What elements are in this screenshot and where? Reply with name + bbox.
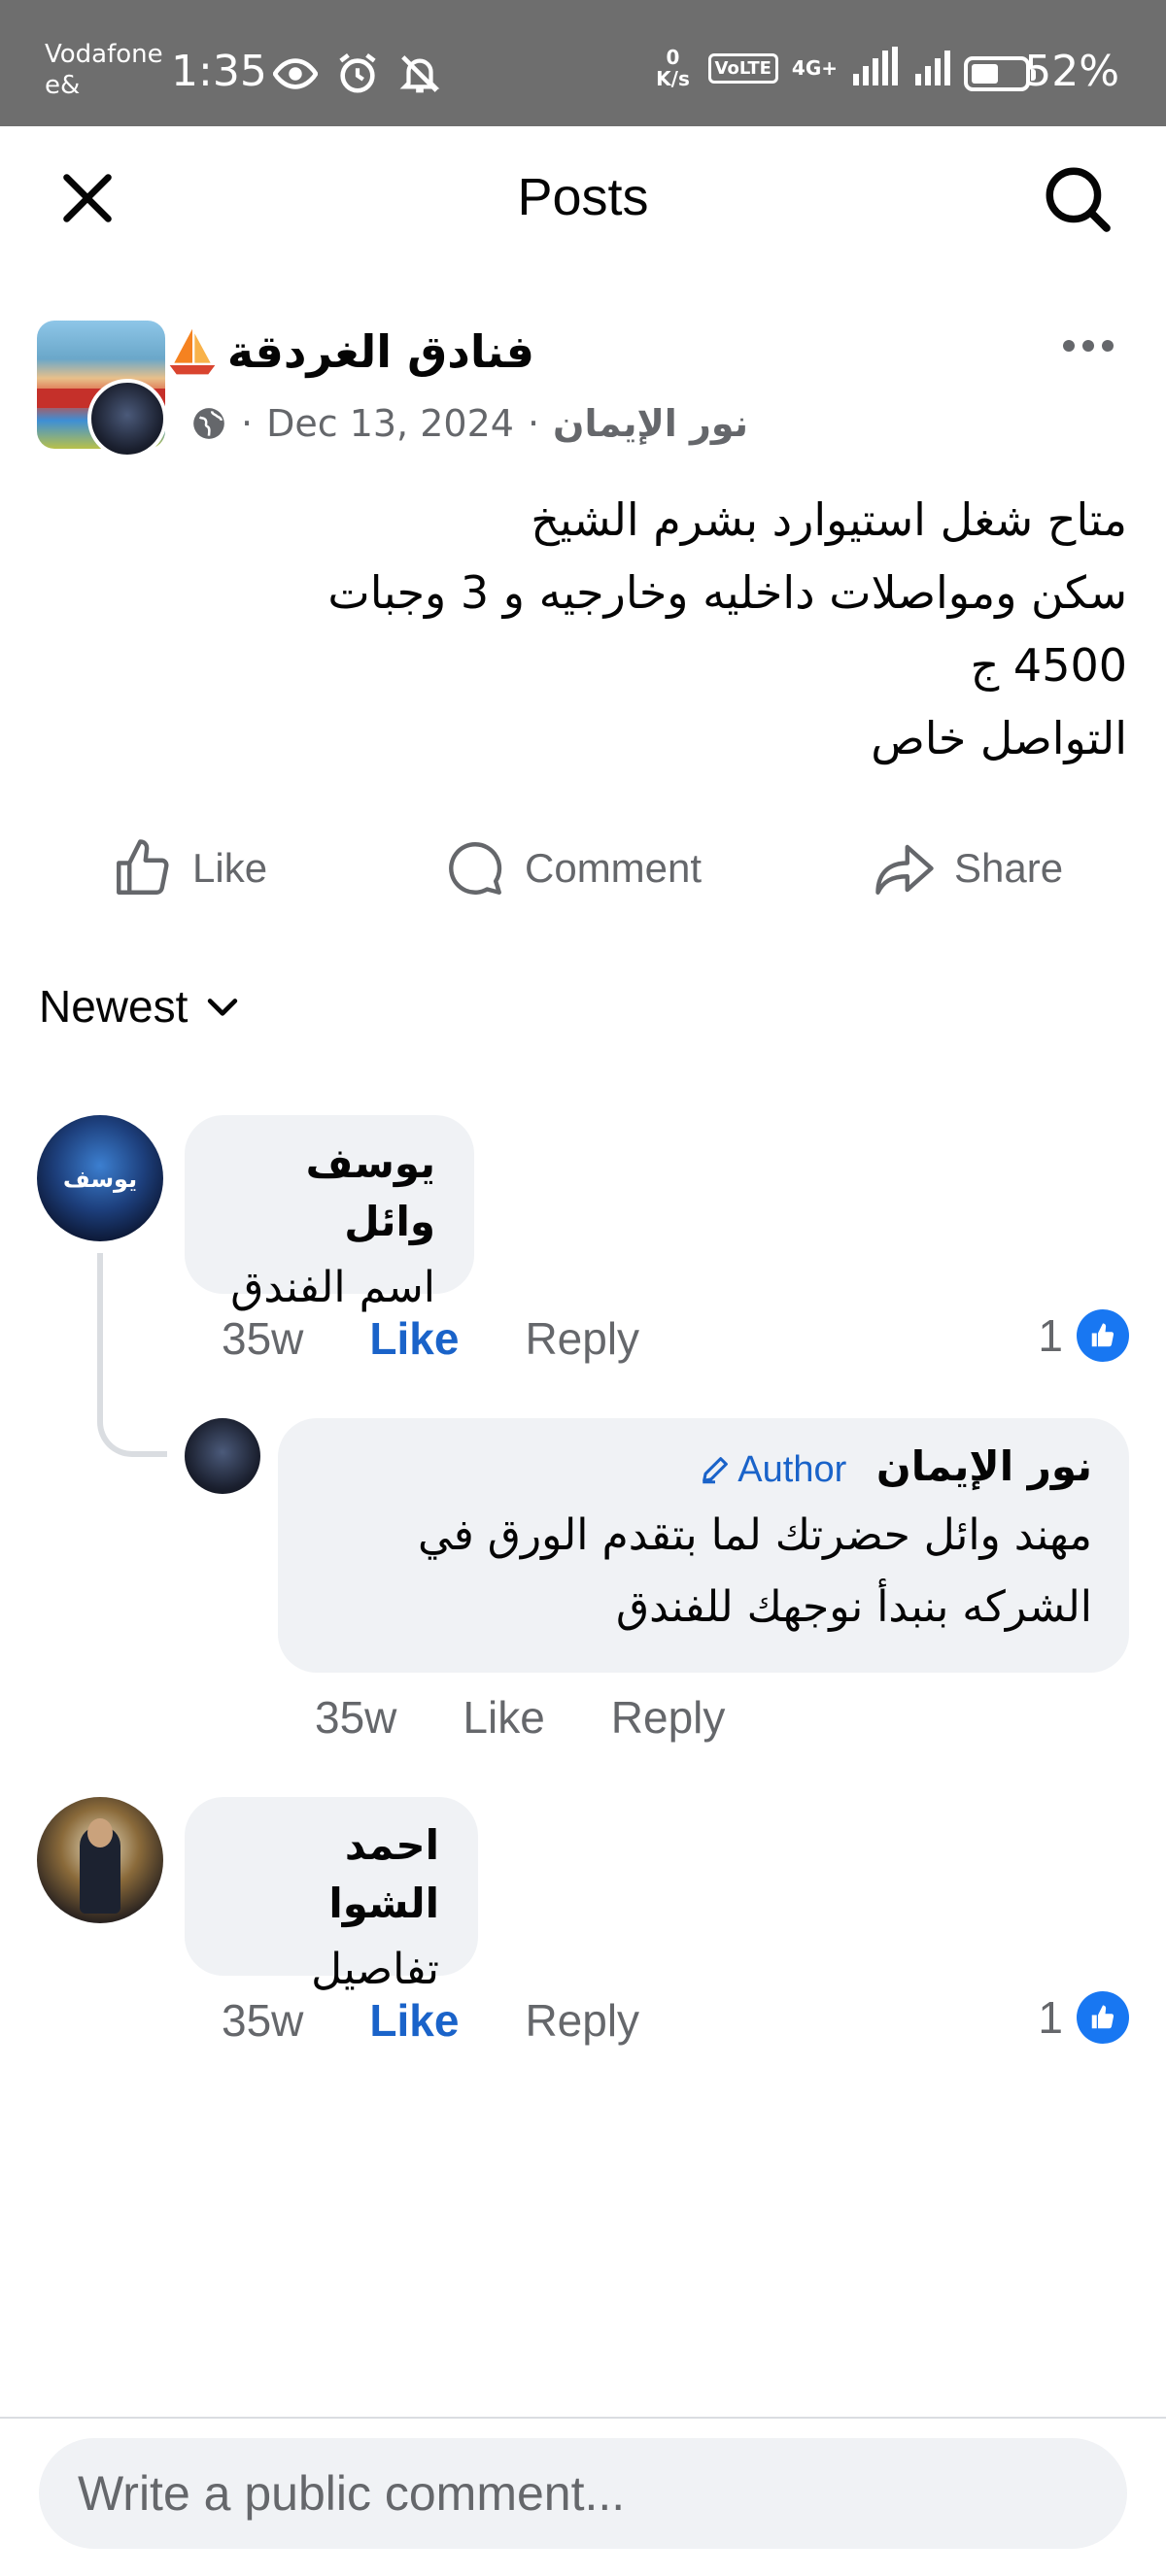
page-name-text: فنادق الغردقة xyxy=(226,325,534,378)
comment-bubble[interactable]: يوسف وائل اسم الفندق xyxy=(185,1115,474,1312)
avatar-face xyxy=(87,1818,113,1847)
avatar[interactable] xyxy=(185,1418,260,1494)
status-icons-left xyxy=(272,51,443,97)
comment-like-button[interactable]: Like xyxy=(463,1691,544,1744)
post-actions: Like Comment Share xyxy=(0,826,1166,911)
comment-author[interactable]: احمد الشوا xyxy=(223,1816,439,1933)
net-speed: 0 K/s xyxy=(656,46,690,90)
share-button[interactable]: Share xyxy=(873,826,1063,911)
meta-separator-2: · xyxy=(527,402,540,445)
like-reaction-icon xyxy=(1077,1309,1129,1362)
post-line: التواصل خاص xyxy=(871,712,1127,764)
status-icons-right: 0 K/s VoLTE 4G+ xyxy=(652,47,962,89)
comment-meta: 35w Like Reply xyxy=(315,1688,725,1746)
comment-like-button[interactable]: Like xyxy=(369,1994,459,2047)
comment-composer xyxy=(39,2438,1127,2549)
comment-author[interactable]: يوسف وائل xyxy=(223,1135,435,1251)
share-icon xyxy=(875,844,934,895)
post-body: متاح شغل استيوارد بشرم الشيخ سكن ومواصلا… xyxy=(58,484,1127,775)
comment-reply-button[interactable]: Reply xyxy=(611,1691,726,1744)
like-button[interactable]: Like xyxy=(111,826,267,911)
pencil-icon xyxy=(703,1456,729,1483)
battery-icon xyxy=(964,56,1036,91)
chevron-down-icon xyxy=(208,999,238,1016)
comment-label: Comment xyxy=(525,845,703,891)
comment-meta: 35w Like Reply xyxy=(222,1991,639,2050)
post-date[interactable]: Dec 13, 2024 xyxy=(266,400,514,447)
alarm-icon xyxy=(334,51,381,97)
dot-icon xyxy=(1082,340,1094,352)
avatar[interactable] xyxy=(37,1797,163,1923)
reaction-number: 1 xyxy=(1038,1992,1063,2043)
reply-thread-line xyxy=(97,1253,167,1457)
carrier-label: Vodafone e& xyxy=(45,40,163,100)
share-label: Share xyxy=(954,845,1064,891)
post-author[interactable]: نور الإيمان xyxy=(553,400,748,447)
comment-reply-button[interactable]: Reply xyxy=(525,1994,639,2047)
thumbs-up-icon xyxy=(117,839,169,895)
battery-percent: 52% xyxy=(1024,47,1119,96)
comment-input[interactable] xyxy=(39,2438,1127,2549)
comment-button[interactable]: Comment xyxy=(443,826,702,911)
eye-icon xyxy=(272,51,319,97)
search-button[interactable] xyxy=(1038,159,1115,237)
reaction-count[interactable]: 1 xyxy=(1038,1991,1129,2044)
sort-dropdown[interactable]: Newest xyxy=(39,977,244,1035)
more-options-button[interactable] xyxy=(1049,326,1127,365)
comment-bubble[interactable]: نور الإيمان Author مهند وائل حضرتك لما ب… xyxy=(278,1418,1129,1673)
avatar-text: يوسف xyxy=(62,1166,138,1193)
like-reaction-icon xyxy=(1077,1991,1129,2044)
page-title: Posts xyxy=(517,168,649,226)
status-clock: 1:35 xyxy=(171,47,267,96)
post-line: سكن ومواصلات داخليه وخارجيه و 3 وجبات xyxy=(327,566,1127,619)
comment-meta: 35w Like Reply xyxy=(222,1309,639,1368)
sort-label: Newest xyxy=(39,981,189,1032)
comment-time: 35w xyxy=(222,1995,304,2046)
reaction-number: 1 xyxy=(1038,1310,1063,1361)
page-name[interactable]: فنادق الغردقة xyxy=(165,324,534,379)
author-badge-label: Author xyxy=(737,1448,847,1490)
globe-icon xyxy=(193,408,224,439)
comment-author-row: نور الإيمان Author xyxy=(315,1438,1092,1499)
comment-author[interactable]: نور الإيمان xyxy=(876,1442,1092,1490)
bell-off-icon xyxy=(396,51,443,97)
avatar[interactable]: يوسف xyxy=(37,1115,163,1241)
app-header: Posts xyxy=(0,126,1166,268)
like-label: Like xyxy=(192,845,268,891)
battery-fill xyxy=(972,64,998,84)
search-icon xyxy=(1046,167,1111,232)
volte-badge: VoLTE xyxy=(707,52,778,84)
comment-time: 35w xyxy=(222,1313,304,1364)
composer-divider xyxy=(0,2417,1166,2419)
comment-like-button[interactable]: Like xyxy=(369,1312,459,1365)
comment-time: 35w xyxy=(315,1692,397,1743)
dot-icon xyxy=(1063,340,1075,352)
comment-reply-button[interactable]: Reply xyxy=(525,1312,639,1365)
sailboat-icon xyxy=(169,328,216,375)
signal-icon-2 xyxy=(913,47,962,89)
comment-icon xyxy=(449,842,502,895)
status-bar: Vodafone e& 1:35 0 K/s VoLTE 4G+ 52% xyxy=(0,0,1166,126)
author-avatar-badge[interactable] xyxy=(87,379,167,458)
comment-bubble[interactable]: احمد الشوا تفاصيل xyxy=(185,1797,478,1994)
signal-icon xyxy=(851,47,900,89)
meta-separator: · xyxy=(241,402,254,445)
post-meta: · Dec 13, 2024 · نور الإيمان xyxy=(190,400,748,447)
reaction-count[interactable]: 1 xyxy=(1038,1309,1129,1362)
comment-text-line: مهند وائل حضرتك لما بتقدم الورق في xyxy=(418,1509,1092,1560)
dot-icon xyxy=(1102,340,1114,352)
comment-text-line: الشركه بنبدأ نوجهك للفندق xyxy=(615,1581,1092,1632)
post-line: متاح شغل استيوارد بشرم الشيخ xyxy=(531,493,1127,546)
post-line: 4500 ج xyxy=(970,639,1127,692)
author-badge: Author xyxy=(699,1441,846,1499)
network-type: 4G+ xyxy=(791,56,838,80)
